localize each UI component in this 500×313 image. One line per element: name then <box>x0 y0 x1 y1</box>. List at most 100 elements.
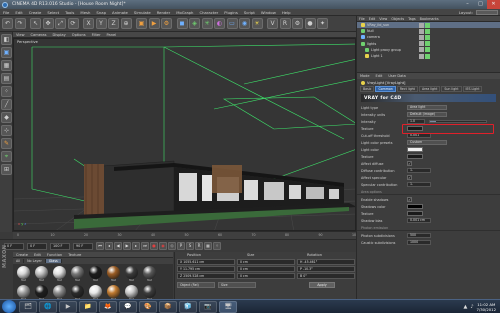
param-value-field[interactable]: 1.0 <box>407 119 425 124</box>
object-menu-file[interactable]: File <box>357 17 367 21</box>
param-color-swatch[interactable] <box>407 147 423 152</box>
param-key-icon[interactable]: ▦ <box>204 242 212 250</box>
play-backward-icon[interactable]: ◀ <box>114 242 122 250</box>
menu-help[interactable]: Help <box>279 10 294 15</box>
param-value-field[interactable]: 0.001 cm <box>407 218 431 223</box>
param-dropdown[interactable]: Default (image) <box>407 112 447 117</box>
object-menu-view[interactable]: View <box>377 17 389 21</box>
param-value-field[interactable]: 0.001 <box>407 133 431 138</box>
attr-tab-common[interactable]: Common <box>375 86 396 92</box>
menu-edit[interactable]: Edit <box>12 10 25 15</box>
param-dropdown[interactable]: Area light <box>407 105 447 110</box>
rotate-icon[interactable]: ⟳ <box>67 18 79 29</box>
menu-tools[interactable]: Tools <box>62 10 77 15</box>
taskbar-app-icon[interactable]: 🦊 <box>99 300 117 313</box>
menu-create[interactable]: Create <box>26 10 45 15</box>
material-swatch[interactable]: Mat <box>33 266 50 284</box>
vray-render-icon[interactable]: R <box>279 18 291 29</box>
param-color-swatch[interactable] <box>407 154 423 159</box>
subdivision-icon[interactable]: ◈ <box>189 18 200 29</box>
menu-mograph[interactable]: MoGraph <box>173 10 196 15</box>
material-filter-all[interactable]: All <box>13 259 25 263</box>
size-field[interactable]: 0 cm <box>237 258 295 265</box>
attr-tab-rect-light[interactable]: Rect light <box>396 86 418 92</box>
rotation-key-icon[interactable]: R <box>195 242 203 250</box>
taskbar-app-icon[interactable]: 🖥 <box>219 300 237 313</box>
size-field[interactable]: 0 cm <box>237 265 295 272</box>
camera-icon[interactable]: ◉ <box>239 18 250 29</box>
vray-light-icon[interactable]: ✦ <box>317 18 328 29</box>
tag-icon[interactable] <box>419 22 424 28</box>
axis-y-icon[interactable]: Y <box>95 18 107 29</box>
network-icon[interactable]: ▲ <box>463 304 467 310</box>
polygons-mode-icon[interactable]: ◆ <box>1 112 12 123</box>
volume-icon[interactable]: ♪ <box>470 304 473 310</box>
material-filter-glass[interactable]: Glass <box>45 259 62 263</box>
material-swatch[interactable]: Mat <box>51 266 68 284</box>
viewport-menu-filter[interactable]: Filter <box>89 33 104 37</box>
position-field[interactable]: Z 2509.528 cm <box>177 272 235 279</box>
size-mode-dropdown[interactable]: Size <box>218 282 256 288</box>
start-button[interactable] <box>2 300 16 313</box>
taskbar-app-icon[interactable]: 🗂 <box>19 300 37 313</box>
start-frame-field[interactable]: 0 F <box>27 242 47 250</box>
viewport-menu-panel[interactable]: Panel <box>104 33 120 37</box>
material-swatch[interactable]: Mat <box>69 266 86 284</box>
material-swatch[interactable]: Mat <box>141 266 158 284</box>
tag-icon[interactable] <box>425 47 430 53</box>
axis-x-icon[interactable]: X <box>83 18 94 29</box>
perspective-viewport[interactable]: Perspective x y z <box>13 38 356 231</box>
menu-mesh[interactable]: Mesh <box>77 10 93 15</box>
material-swatch[interactable]: Mat <box>87 266 104 284</box>
menu-script[interactable]: Script <box>241 10 258 15</box>
attr-menu-edit[interactable]: Edit <box>373 74 386 78</box>
attr-menu-mode[interactable]: Mode <box>357 74 373 78</box>
tag-icon[interactable] <box>425 53 430 59</box>
viewport-menu-options[interactable]: Options <box>69 33 89 37</box>
vray-material-icon[interactable]: ● <box>304 18 316 29</box>
floor-icon[interactable]: ▭ <box>226 18 238 29</box>
param-dropdown[interactable]: Custom <box>407 140 447 145</box>
tag-icon[interactable] <box>419 28 424 34</box>
taskbar-app-icon[interactable]: 🧊 <box>179 300 197 313</box>
param-slider[interactable] <box>429 120 487 123</box>
material-menu-edit[interactable]: Edit <box>31 253 44 257</box>
next-key-icon[interactable]: ▸ <box>132 242 140 250</box>
area-options-section[interactable]: Area options <box>357 189 500 195</box>
attr-tab-basic[interactable]: Basic <box>360 86 375 92</box>
record-icon[interactable]: ● <box>150 242 158 250</box>
apply-button[interactable]: Apply <box>309 282 335 288</box>
end-frame-field[interactable]: 100 F <box>50 242 70 250</box>
redo-icon[interactable]: ↷ <box>14 18 26 29</box>
menu-file[interactable]: File <box>0 10 12 15</box>
goto-end-icon[interactable]: ⏭ <box>141 242 149 250</box>
scale-key-icon[interactable]: S <box>186 242 194 250</box>
material-menu-create[interactable]: Create <box>13 253 31 257</box>
move-icon[interactable]: ✥ <box>42 18 54 29</box>
maximize-button[interactable]: □ <box>474 0 487 9</box>
render-view-icon[interactable]: ▣ <box>136 18 147 29</box>
position-field[interactable]: Y 11.795 cm <box>177 265 235 272</box>
taskbar-app-icon[interactable]: 🌐 <box>39 300 57 313</box>
param-checkbox[interactable]: ✓ <box>407 161 412 166</box>
tag-icon[interactable] <box>425 41 430 47</box>
light-icon[interactable]: ☀ <box>251 18 263 29</box>
vray-settings-icon[interactable]: ⚙ <box>292 18 303 29</box>
edges-mode-icon[interactable]: ╱ <box>1 99 12 110</box>
axis-z-icon[interactable]: Z <box>108 18 119 29</box>
param-checkbox[interactable]: ✓ <box>407 197 412 202</box>
param-value-field[interactable]: 500 <box>407 233 431 238</box>
position-key-icon[interactable]: P <box>177 242 185 250</box>
taskbar-app-icon[interactable]: 📦 <box>159 300 177 313</box>
points-mode-icon[interactable]: ⁘ <box>1 86 12 97</box>
object-menu-objects[interactable]: Objects <box>389 17 406 21</box>
vray-bridge-icon[interactable]: V <box>267 18 278 29</box>
menu-simulate[interactable]: Simulate <box>131 10 154 15</box>
scale-icon[interactable]: ⤢ <box>55 18 66 29</box>
taskbar-app-icon[interactable]: ▶ <box>59 300 77 313</box>
taskbar-app-icon[interactable]: 📁 <box>79 300 97 313</box>
menu-character[interactable]: Character <box>196 10 221 15</box>
snap-icon[interactable]: ⌖ <box>1 151 12 162</box>
make-editable-icon[interactable]: ◧ <box>1 34 12 45</box>
menu-render[interactable]: Render <box>154 10 174 15</box>
